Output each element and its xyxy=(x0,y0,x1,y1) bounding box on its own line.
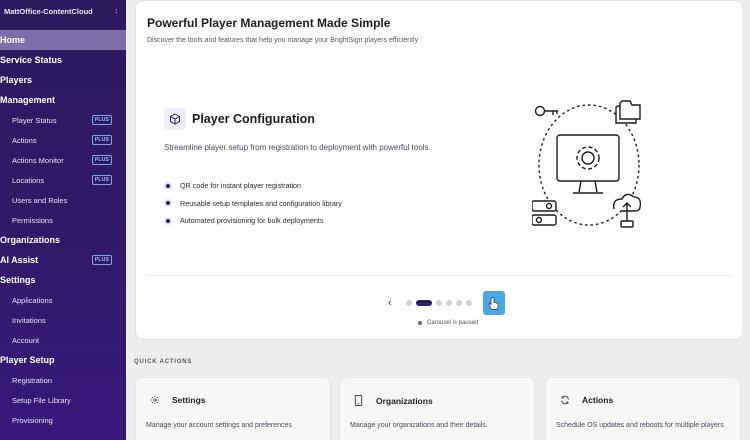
sidebar-item-settings[interactable]: Settings xyxy=(0,270,126,290)
sidebar-item-service-status[interactable]: Service Status xyxy=(0,50,126,70)
plus-badge: PLUS xyxy=(91,115,112,125)
carousel-dots xyxy=(405,300,476,306)
sidebar-item-permissions[interactable]: Permissions xyxy=(0,210,126,230)
quick-action-header: Organizations xyxy=(354,395,433,406)
sidebar-item-label: Player Setup xyxy=(0,355,55,365)
sidebar-item-label: AI Assist xyxy=(0,255,39,265)
slide-title: Player Configuration xyxy=(192,112,315,126)
bullet-icon xyxy=(164,216,172,225)
sidebar-item-label: Registration xyxy=(12,375,53,385)
sidebar-item-actions-monitor[interactable]: Actions Monitor PLUS xyxy=(0,150,126,170)
carousel-dot[interactable] xyxy=(465,300,472,306)
carousel-dot[interactable] xyxy=(445,300,452,306)
feature-text: QR code for instant player registration xyxy=(180,181,302,191)
carousel-status-label: Carousel is paused xyxy=(427,320,479,326)
sidebar-item-label: Service Status xyxy=(0,55,63,65)
gear-icon xyxy=(150,395,164,405)
feature-item: Reusable setup templates and configurati… xyxy=(164,195,342,213)
sidebar-item-locations[interactable]: Locations PLUS xyxy=(0,170,126,190)
sidebar-item-registration[interactable]: Registration xyxy=(0,370,126,390)
sidebar-item-label: Account xyxy=(12,335,40,345)
feature-text: Automated provisioning for bulk deployme… xyxy=(180,216,324,226)
sidebar-item-applications[interactable]: Applications xyxy=(0,290,126,310)
sidebar-item-users-and-roles[interactable]: Users and Roles xyxy=(0,190,126,210)
carousel-status: Carousel is paused xyxy=(418,320,478,326)
quick-action-header: Settings xyxy=(150,395,206,405)
page-subtitle: Discover the tools and features that hel… xyxy=(147,37,419,44)
quick-action-title: Actions xyxy=(582,395,614,405)
sidebar-item-label: Players xyxy=(0,75,33,85)
feature-list: QR code for instant player registration R… xyxy=(164,177,342,230)
sidebar-item-organizations[interactable]: Organizations xyxy=(0,230,126,250)
chevron-updown-icon: ↕ xyxy=(114,7,119,15)
carousel-next-button[interactable] xyxy=(482,291,505,315)
quick-action-settings[interactable]: Settings Manage your account settings and… xyxy=(135,377,331,440)
sidebar-item-label: Provisioning xyxy=(12,415,53,425)
quick-action-organizations[interactable]: Organizations Manage your organizations a… xyxy=(339,377,535,440)
org-name: MattOffice-ContentCloud xyxy=(4,6,93,16)
sidebar-item-label: Management xyxy=(0,95,56,105)
sidebar-item-provisioning[interactable]: Provisioning xyxy=(0,410,126,430)
sidebar-item-invitations[interactable]: Invitations xyxy=(0,310,126,330)
sidebar-item-home[interactable]: Home xyxy=(0,30,126,50)
sidebar-item-label: Actions Monitor xyxy=(12,155,64,165)
bullet-icon xyxy=(164,199,172,208)
sidebar-item-label: Users and Roles xyxy=(12,195,68,205)
hand-pointer-icon xyxy=(488,296,499,310)
cube-icon xyxy=(164,108,186,130)
sidebar-item-player-status[interactable]: Player Status PLUS xyxy=(0,110,126,130)
feature-item: QR code for instant player registration xyxy=(164,177,342,195)
quick-action-header: Actions xyxy=(560,395,613,405)
phone-icon xyxy=(354,395,368,406)
sidebar-item-label: Applications xyxy=(12,295,53,305)
sidebar-item-label: Actions xyxy=(12,135,37,145)
sidebar-item-label: Organizations xyxy=(0,235,61,245)
sidebar-nav: Home Service Status Players Management Playe… xyxy=(0,30,126,430)
sidebar-item-ai-assist[interactable]: AI Assist PLUS xyxy=(0,250,126,270)
feature-text: Reusable setup templates and configurati… xyxy=(180,198,342,208)
feature-item: Automated provisioning for bulk deployme… xyxy=(164,212,342,230)
quick-action-description: Schedule OS updates and reboots for mult… xyxy=(556,422,724,429)
carousel-dot[interactable] xyxy=(415,300,432,306)
feature-carousel-card: Powerful Player Management Made Simple D… xyxy=(135,0,743,340)
plus-badge: PLUS xyxy=(91,155,112,165)
refresh-icon xyxy=(560,395,574,405)
carousel-controls: ‹ xyxy=(388,291,505,315)
org-switcher[interactable]: MattOffice-ContentCloud ↕ xyxy=(0,0,126,22)
sidebar-item-players[interactable]: Players xyxy=(0,70,126,90)
sidebar-item-label: Permissions xyxy=(12,215,53,225)
quick-action-title: Settings xyxy=(172,395,206,405)
sidebar-item-label: Settings xyxy=(0,275,36,285)
carousel-dot[interactable] xyxy=(435,300,442,306)
sidebar-item-management[interactable]: Management xyxy=(0,90,126,110)
page-title: Powerful Player Management Made Simple xyxy=(147,16,391,30)
carousel-divider xyxy=(147,275,731,276)
carousel-dot[interactable] xyxy=(405,300,412,306)
quick-action-description: Manage your account settings and prefere… xyxy=(146,422,292,429)
quick-action-actions[interactable]: Actions Schedule OS updates and reboots f… xyxy=(545,377,741,440)
sidebar-item-account[interactable]: Account xyxy=(0,330,126,350)
sidebar-item-label: Home xyxy=(0,35,26,45)
sidebar: MattOffice-ContentCloud ↕ Home Service St… xyxy=(0,0,126,440)
main-content: Powerful Player Management Made Simple D… xyxy=(126,0,750,440)
plus-badge: PLUS xyxy=(91,175,112,185)
quick-action-title: Organizations xyxy=(376,395,433,406)
sidebar-item-setup-file-library[interactable]: Setup File Library xyxy=(0,390,126,410)
plus-badge: PLUS xyxy=(91,255,112,265)
sidebar-item-label: Invitations xyxy=(12,315,46,325)
quick-actions-heading: QUICK ACTIONS xyxy=(134,359,193,365)
carousel-prev-button[interactable]: ‹ xyxy=(388,297,392,309)
status-dot xyxy=(418,321,422,325)
slide-description: Streamline player setup from registratio… xyxy=(164,143,429,152)
plus-badge: PLUS xyxy=(91,135,112,145)
sidebar-item-actions[interactable]: Actions PLUS xyxy=(0,130,126,150)
sidebar-item-player-setup[interactable]: Player Setup xyxy=(0,350,126,370)
bullet-icon xyxy=(164,181,172,190)
carousel-dot[interactable] xyxy=(455,300,462,306)
quick-action-description: Manage your organizations and their deta… xyxy=(350,422,488,429)
sidebar-item-label: Locations xyxy=(12,175,45,185)
sidebar-item-label: Setup File Library xyxy=(12,395,71,405)
player-configuration-illustration xyxy=(532,100,642,228)
sidebar-item-label: Player Status xyxy=(12,115,57,125)
